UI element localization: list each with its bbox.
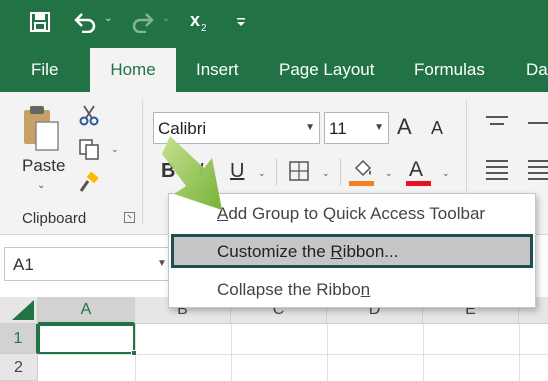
menu-text: dd Group to Quick Access Toolbar xyxy=(228,204,486,223)
select-all-triangle-icon xyxy=(12,300,34,320)
paste-label[interactable]: Paste xyxy=(22,156,65,176)
shrink-font-button[interactable]: A xyxy=(431,118,443,139)
undo-dropdown-icon[interactable]: ⌄ xyxy=(104,13,112,24)
align-line xyxy=(490,123,504,125)
row-header-1[interactable]: 1 xyxy=(0,324,38,354)
underline-dropdown-icon[interactable]: ⌄ xyxy=(258,168,266,179)
font-color-button[interactable]: A xyxy=(409,158,423,182)
align-line xyxy=(528,178,548,180)
redo-dropdown-icon[interactable]: ⌄ xyxy=(162,13,170,24)
align-line xyxy=(528,166,548,168)
gridline xyxy=(231,324,232,381)
gridline xyxy=(519,324,520,381)
subscript-button[interactable]: x2 xyxy=(190,10,207,34)
copy-icon[interactable] xyxy=(78,138,100,165)
active-cell-a1[interactable] xyxy=(38,324,135,354)
chevron-down-icon: ▼ xyxy=(374,122,384,133)
ribbon-tabs: File Home Insert Page Layout Formulas Da xyxy=(0,46,548,92)
pointer-arrow-icon xyxy=(160,128,250,223)
subscript-suffix: 2 xyxy=(201,23,207,34)
name-box[interactable]: A1 xyxy=(4,247,169,281)
cut-icon[interactable] xyxy=(78,104,100,131)
middle-align-icon[interactable] xyxy=(528,116,548,136)
fill-color-swatch xyxy=(349,181,374,186)
gridline xyxy=(423,324,424,381)
align-left-icon[interactable] xyxy=(486,160,510,186)
borders-dropdown-icon[interactable]: ⌄ xyxy=(322,168,330,179)
tab-file[interactable]: File xyxy=(31,60,58,80)
separator xyxy=(276,158,277,186)
tab-formulas[interactable]: Formulas xyxy=(414,60,485,80)
align-line xyxy=(528,160,548,162)
copy-dropdown-icon[interactable]: ⌄ xyxy=(111,144,119,155)
format-painter-icon[interactable] xyxy=(78,171,100,199)
menu-text: Collapse the Ribbo xyxy=(217,280,361,299)
align-line xyxy=(528,122,548,124)
group-separator xyxy=(142,100,143,224)
chevron-down-icon: ▼ xyxy=(305,122,315,133)
tab-home[interactable]: Home xyxy=(90,48,176,92)
gridline xyxy=(38,354,548,355)
quick-access-toolbar: ⌄ ⌄ x2 xyxy=(0,0,548,46)
name-box-dropdown-icon[interactable]: ▼ xyxy=(157,258,167,269)
separator xyxy=(340,158,341,186)
menu-mnemonic: R xyxy=(330,242,343,261)
menu-mnemonic: n xyxy=(360,280,371,299)
subscript-label: x xyxy=(190,10,201,30)
paste-dropdown-icon[interactable]: ⌄ xyxy=(37,180,45,191)
menu-item-customize-ribbon[interactable]: Customize the Ribbon... xyxy=(171,234,533,268)
menu-item-collapse-ribbon[interactable]: Collapse the Ribbon xyxy=(171,272,533,306)
align-line xyxy=(486,172,508,174)
redo-icon[interactable] xyxy=(128,8,158,36)
font-color-swatch xyxy=(406,181,431,186)
font-color-dropdown-icon[interactable]: ⌄ xyxy=(442,168,450,179)
customize-qat-icon[interactable] xyxy=(232,8,250,36)
align-line xyxy=(528,172,548,174)
tab-page-layout[interactable]: Page Layout xyxy=(279,60,374,80)
fill-handle[interactable] xyxy=(131,350,137,356)
center-align-icon[interactable] xyxy=(528,160,548,186)
save-icon[interactable] xyxy=(26,8,54,36)
tab-insert[interactable]: Insert xyxy=(196,60,239,80)
borders-icon[interactable] xyxy=(288,160,310,187)
align-line xyxy=(486,160,508,162)
row-header-2[interactable]: 2 xyxy=(0,354,38,381)
tab-data[interactable]: Da xyxy=(526,60,548,80)
clipboard-launcher-icon[interactable] xyxy=(124,212,135,223)
fill-color-dropdown-icon[interactable]: ⌄ xyxy=(385,168,393,179)
name-box-value: A1 xyxy=(13,255,34,274)
align-line xyxy=(486,116,508,118)
grow-font-button[interactable]: A xyxy=(397,114,412,140)
column-header-a[interactable]: A xyxy=(38,297,135,324)
menu-text: ibbon... xyxy=(342,242,399,261)
font-size-value: 11 xyxy=(329,119,347,138)
gridline xyxy=(327,324,328,381)
align-line xyxy=(486,178,508,180)
font-size-dropdown[interactable]: 11 ▼ xyxy=(324,112,389,144)
menu-text: Customize the xyxy=(217,242,331,261)
paste-icon[interactable] xyxy=(22,104,62,157)
align-line xyxy=(486,166,508,168)
top-align-icon[interactable] xyxy=(486,116,510,136)
undo-icon[interactable] xyxy=(70,8,100,36)
clipboard-group-label: Clipboard xyxy=(22,210,87,227)
